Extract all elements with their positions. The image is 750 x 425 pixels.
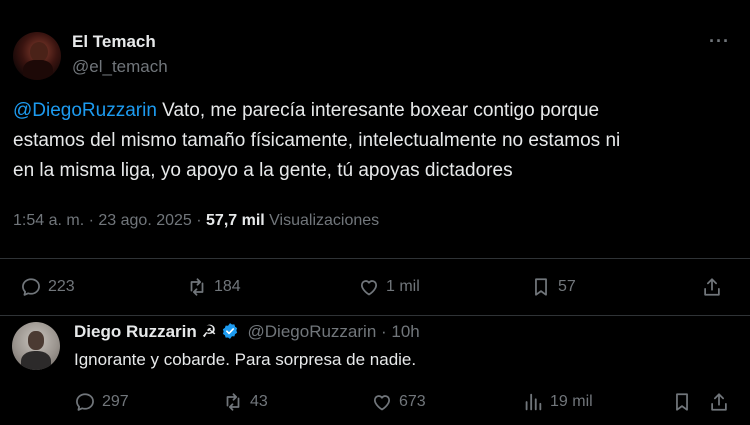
reply-bookmark-button[interactable]	[671, 391, 699, 413]
author-handle[interactable]: @el_temach	[72, 57, 168, 77]
meta-separator: ·	[191, 212, 207, 229]
reply-icon	[22, 278, 40, 296]
views-count: 57,7 mil	[206, 212, 265, 229]
reply-reply-button[interactable]: 297	[74, 391, 129, 413]
reply-views-count: 19 mil	[550, 393, 593, 410]
tweet-date[interactable]: 23 ago. 2025	[98, 212, 191, 229]
divider	[0, 315, 750, 316]
retweet-icon	[190, 278, 204, 296]
bookmark-icon	[676, 393, 688, 411]
bookmark-button[interactable]: 57	[530, 276, 576, 298]
verified-badge-icon	[221, 322, 239, 345]
more-icon[interactable]: ···	[709, 32, 730, 50]
reply-retweet-count: 43	[250, 393, 268, 410]
reply-like-count: 673	[399, 393, 426, 410]
bookmark-count: 57	[558, 278, 576, 295]
retweet-count: 184	[214, 278, 241, 295]
tweet-meta: 1:54 a. m. · 23 ago. 2025 · 57,7 mil Vis…	[13, 212, 379, 230]
reply-views-button[interactable]: 19 mil	[522, 391, 593, 413]
tweet-text-line-1-rest: Vato, me parecía interesante boxear cont…	[156, 100, 600, 121]
retweet-icon	[226, 393, 240, 411]
views-label: Visualizaciones	[269, 212, 380, 229]
reply-retweet-button[interactable]: 43	[222, 391, 268, 413]
share-button[interactable]	[701, 276, 729, 298]
tweet-text-line-2: estamos del mismo tamaño físicamente, in…	[13, 130, 621, 151]
bookmark-icon	[535, 278, 547, 296]
tweet-text-line-1: @DiegoRuzzarin Vato, me parecía interesa…	[13, 96, 738, 126]
reply-count: 223	[48, 278, 75, 295]
author-avatar[interactable]	[13, 32, 61, 80]
hammer-sickle-emoji: ☭	[201, 322, 217, 341]
tweet-text: @DiegoRuzzarin Vato, me parecía interesa…	[13, 96, 738, 186]
like-icon	[360, 280, 378, 296]
reply-author-name[interactable]: Diego Ruzzarin	[74, 322, 197, 341]
share-icon	[711, 393, 727, 411]
reply-time[interactable]: 10h	[391, 322, 419, 341]
retweet-button[interactable]: 184	[186, 276, 241, 298]
reply-like-button[interactable]: 673	[371, 391, 426, 413]
mention-link[interactable]: @DiegoRuzzarin	[13, 100, 157, 121]
meta-separator: ·	[84, 212, 99, 229]
author-name[interactable]: El Temach	[72, 32, 156, 52]
reply-text: Ignorante y cobarde. Para sorpresa de na…	[74, 350, 417, 369]
reply-button[interactable]: 223	[20, 276, 75, 298]
like-count: 1 mil	[386, 278, 420, 295]
reply-author-handle[interactable]: @DiegoRuzzarin	[248, 322, 377, 341]
tweet-text-line-3: en la misma liga, yo apoyo a la gente, t…	[13, 160, 513, 181]
reply-author-avatar[interactable]	[12, 322, 60, 370]
reply-share-button[interactable]	[708, 391, 736, 413]
share-icon	[704, 278, 720, 296]
divider	[0, 258, 750, 259]
reply-icon	[76, 393, 94, 411]
reply-header: Diego Ruzzarin ☭ @DiegoRuzzarin · 10h	[74, 322, 420, 345]
reply-header-separator: ·	[376, 322, 392, 341]
views-icon	[525, 393, 542, 411]
like-icon	[373, 395, 391, 411]
tweet-time[interactable]: 1:54 a. m.	[13, 212, 84, 229]
reply-reply-count: 297	[102, 393, 129, 410]
like-button[interactable]: 1 mil	[358, 276, 420, 298]
